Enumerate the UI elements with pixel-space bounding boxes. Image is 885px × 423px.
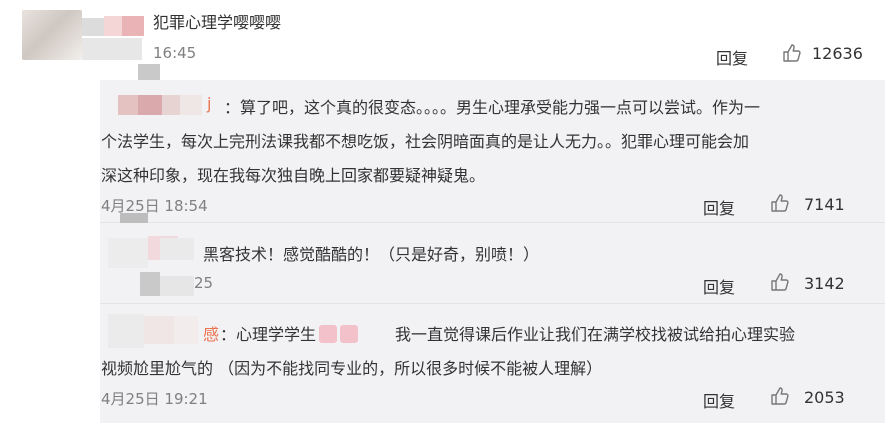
like-count: 2053 [804,388,845,407]
like-count: 12636 [812,44,863,63]
like-icon [783,44,801,62]
blur-mask [180,95,202,115]
like-button[interactable] [782,43,802,67]
like-count: 3142 [804,274,845,293]
blur-mask [118,95,138,115]
blur-mask [140,272,160,296]
reply-timestamp: 25 [194,274,214,292]
blur-mask [138,64,160,80]
like-icon [771,387,789,405]
like-button[interactable] [770,193,790,217]
blur-mask [160,238,194,260]
reply-username[interactable]: j [207,94,211,113]
like-button[interactable] [770,272,790,296]
reply-timestamp: 4月25日 18:54 [101,197,208,215]
reply-text-line: 黑客技术！感觉酷酷的！（只是好奇，别喷！） [203,245,540,264]
reply-username[interactable]: 感 [203,321,219,345]
reply-button[interactable]: 回复 [703,274,735,298]
like-icon [771,273,789,291]
divider [100,303,885,304]
divider [100,222,885,223]
blur-mask [174,316,198,344]
reply-text: ：心理学学生 [220,325,317,344]
blur-mask [82,18,104,36]
reply-text-line: 个法学生，每次上完刑法课我都不想吃饭，社会阴暗面真的是让人无力。。犯罪心理可能会… [101,132,750,151]
like-icon [771,194,789,212]
blur-mask [162,95,180,115]
blur-mask [122,16,144,36]
reply-text-line: 视频尬里尬气的 （因为不能找同专业的，所以很多时候不能被人理解） [101,359,603,378]
blur-mask [108,314,144,348]
blur-mask [104,16,122,36]
reply-text-line: 我一直觉得课后作业让我们在满学校找被试给拍心理实验 [395,325,796,344]
reply-text-line: ：算了吧，这个真的很变态。。。。男生心理承受能力强一点可以尝试。作为一 [224,98,761,117]
reply-text-line: ：心理学学生 [220,321,359,345]
avatar[interactable] [22,10,82,60]
emoji-icon [340,325,359,343]
reply-button[interactable]: 回复 [703,195,735,219]
reply-button[interactable]: 回复 [716,45,748,69]
blur-mask [144,316,174,344]
emoji-icon [319,325,338,343]
reply-button[interactable]: 回复 [703,388,735,412]
blur-mask [108,238,148,268]
like-button[interactable] [770,386,790,410]
comment-timestamp: 16:45 [153,44,197,62]
reply-text-line: 深这种印象，现在我每次独自晚上回家都要疑神疑鬼。 [101,166,486,185]
blur-mask [120,213,148,223]
like-count: 7141 [804,195,845,214]
blur-mask [82,38,142,60]
blur-mask [138,95,162,115]
reply-timestamp: 4月25日 19:21 [101,390,208,408]
blur-mask [160,276,194,296]
comment-username[interactable]: 犯罪心理学嘤嘤嘤 [153,9,281,33]
